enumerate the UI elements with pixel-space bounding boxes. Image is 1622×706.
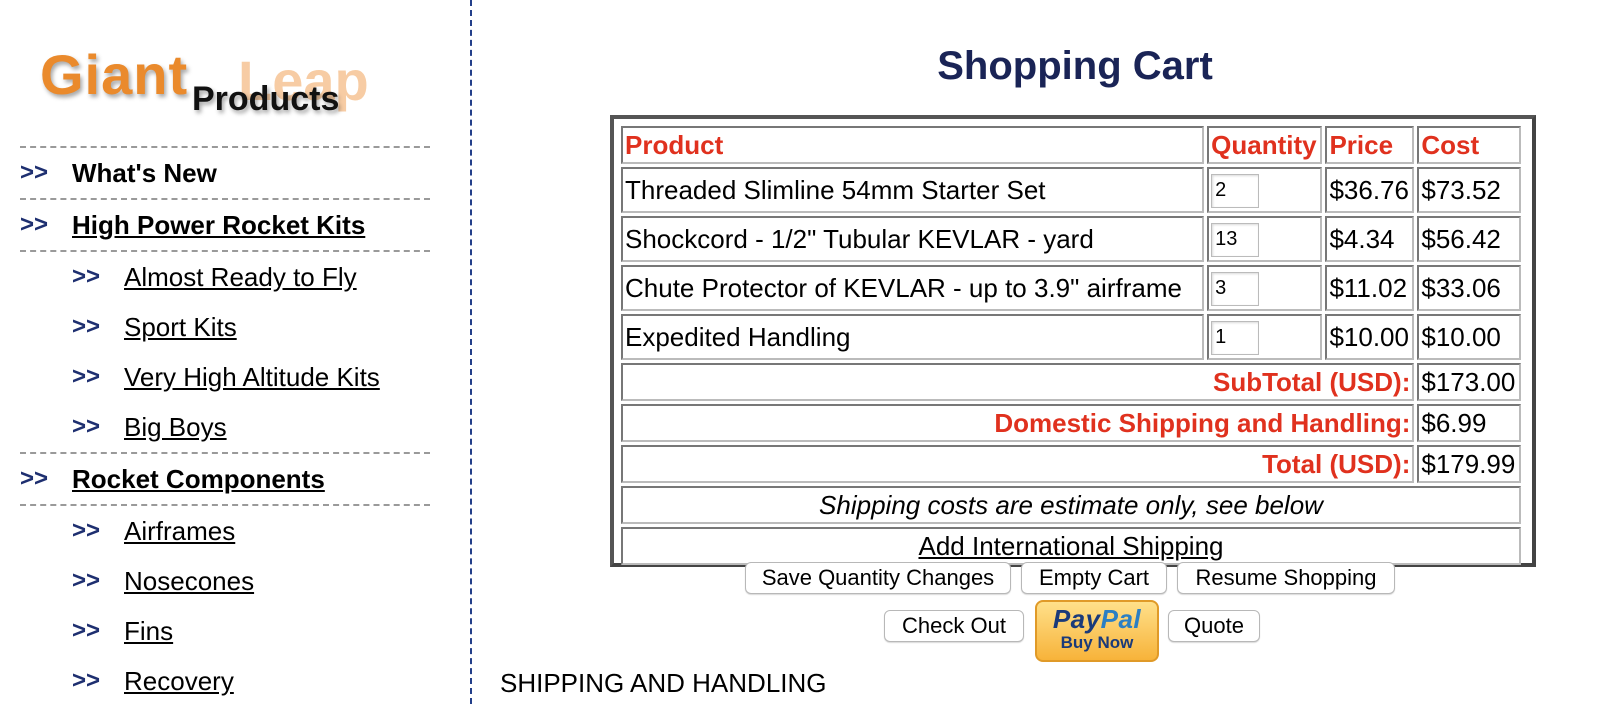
table-row: Threaded Slimline 54mm Starter Set $36.7… — [621, 167, 1521, 213]
sidebar-item-label[interactable]: Nosecones — [124, 566, 254, 597]
cost-cell: $56.42 — [1417, 216, 1521, 262]
nav-arrow-icon: >> — [72, 567, 101, 594]
paypal-pay-text: Pay — [1052, 604, 1101, 634]
quantity-input[interactable] — [1211, 173, 1260, 208]
sidebar-item-label[interactable]: Sport Kits — [124, 312, 237, 343]
product-name: Chute Protector of KEVLAR - up to 3.9" a… — [621, 265, 1205, 311]
product-name: Threaded Slimline 54mm Starter Set — [621, 167, 1205, 213]
nav-arrow-icon: >> — [72, 617, 101, 644]
paypal-buy-now-label: Buy Now — [1060, 633, 1134, 652]
add-international-shipping-link[interactable]: Add International Shipping — [918, 531, 1223, 561]
sidebar-item-label[interactable]: High Power Rocket Kits — [72, 210, 365, 241]
sidebar-item-sport-kits[interactable]: >> Sport Kits — [20, 302, 430, 352]
nav-arrow-icon: >> — [72, 363, 101, 390]
sidebar-item-recovery[interactable]: >> Recovery — [20, 656, 430, 706]
column-header-quantity: Quantity — [1207, 126, 1323, 164]
nav-arrow-icon: >> — [20, 465, 49, 492]
sidebar-item-almost-ready-to-fly[interactable]: >> Almost Ready to Fly — [20, 250, 430, 302]
subtotal-value: $173.00 — [1417, 363, 1521, 401]
sidebar-item-label[interactable]: Very High Altitude Kits — [124, 362, 380, 393]
quantity-cell — [1207, 167, 1323, 213]
sidebar-item-nosecones[interactable]: >> Nosecones — [20, 556, 430, 606]
nav-arrow-icon: >> — [72, 313, 101, 340]
shipping-and-handling-heading: SHIPPING AND HANDLING — [500, 668, 827, 698]
subtotal-label: SubTotal (USD): — [621, 363, 1415, 401]
shipping-label: Domestic Shipping and Handling: — [621, 404, 1415, 442]
sidebar-item-label[interactable]: Rocket Components — [72, 464, 325, 495]
nav-arrow-icon: >> — [72, 413, 101, 440]
quantity-input[interactable] — [1211, 222, 1260, 257]
quantity-cell — [1207, 314, 1323, 360]
sidebar-item-airframes[interactable]: >> Airframes — [20, 504, 430, 556]
product-name: Shockcord - 1/2" Tubular KEVLAR - yard — [621, 216, 1205, 262]
sidebar-nav: >> What's New >> High Power Rocket Kits … — [20, 146, 430, 706]
nav-arrow-icon: >> — [72, 667, 101, 694]
quantity-cell — [1207, 265, 1323, 311]
check-out-button[interactable]: Check Out — [884, 610, 1024, 642]
column-header-price: Price — [1325, 126, 1415, 164]
nav-arrow-icon: >> — [72, 517, 101, 544]
shipping-value: $6.99 — [1417, 404, 1521, 442]
nav-arrow-icon: >> — [20, 159, 49, 186]
column-header-product: Product — [621, 126, 1205, 164]
subtotal-row: SubTotal (USD): $173.00 — [621, 363, 1521, 401]
international-row: Add International Shipping — [621, 527, 1521, 565]
sidebar-item-label[interactable]: Recovery — [124, 666, 234, 697]
save-quantity-changes-button[interactable]: Save Quantity Changes — [745, 562, 1011, 594]
total-row: Total (USD): $179.99 — [621, 445, 1521, 483]
cost-cell: $73.52 — [1417, 167, 1521, 213]
international-cell: Add International Shipping — [621, 527, 1521, 565]
price-cell: $10.00 — [1325, 314, 1415, 360]
product-name: Expedited Handling — [621, 314, 1205, 360]
sidebar-item-high-power-rocket-kits[interactable]: >> High Power Rocket Kits — [20, 198, 430, 250]
quantity-input[interactable] — [1211, 271, 1260, 306]
sidebar-divider — [470, 0, 472, 704]
sidebar-item-label[interactable]: Airframes — [124, 516, 235, 547]
sidebar-item-label[interactable]: What's New — [72, 158, 217, 189]
price-cell: $36.76 — [1325, 167, 1415, 213]
table-row: Expedited Handling $10.00 $10.00 — [621, 314, 1521, 360]
sidebar-item-big-boys[interactable]: >> Big Boys — [20, 402, 430, 452]
sidebar-item-whats-new[interactable]: >> What's New — [20, 146, 430, 198]
table-row: Chute Protector of KEVLAR - up to 3.9" a… — [621, 265, 1521, 311]
logo-giant-text: Giant — [40, 43, 189, 106]
logo-products-text: Products — [192, 80, 340, 118]
cart-table: Product Quantity Price Cost Threaded Sli… — [618, 123, 1524, 568]
sidebar-item-fins[interactable]: >> Fins — [20, 606, 430, 656]
sidebar-item-label[interactable]: Almost Ready to Fly — [124, 262, 357, 293]
quantity-input[interactable] — [1211, 320, 1260, 355]
shipping-estimate-note: Shipping costs are estimate only, see be… — [621, 486, 1521, 524]
nav-arrow-icon: >> — [72, 263, 101, 290]
sidebar-item-rocket-components[interactable]: >> Rocket Components — [20, 452, 430, 504]
nav-arrow-icon: >> — [20, 211, 49, 238]
sidebar-item-very-high-altitude-kits[interactable]: >> Very High Altitude Kits — [20, 352, 430, 402]
cost-cell: $10.00 — [1417, 314, 1521, 360]
column-header-cost: Cost — [1417, 126, 1521, 164]
page-title: Shopping Cart — [937, 44, 1213, 88]
cart-header-row: Product Quantity Price Cost — [621, 126, 1521, 164]
note-row: Shipping costs are estimate only, see be… — [621, 486, 1521, 524]
paypal-pal-text: Pal — [1100, 604, 1142, 634]
paypal-logo-icon: PayPal — [1037, 604, 1157, 635]
quantity-cell — [1207, 216, 1323, 262]
sidebar-item-label[interactable]: Fins — [124, 616, 173, 647]
resume-shopping-button[interactable]: Resume Shopping — [1177, 562, 1395, 594]
price-cell: $11.02 — [1325, 265, 1415, 311]
table-row: Shockcord - 1/2" Tubular KEVLAR - yard $… — [621, 216, 1521, 262]
empty-cart-button[interactable]: Empty Cart — [1021, 562, 1167, 594]
shipping-row: Domestic Shipping and Handling: $6.99 — [621, 404, 1521, 442]
total-label: Total (USD): — [621, 445, 1415, 483]
cart-table-frame: Product Quantity Price Cost Threaded Sli… — [610, 115, 1536, 567]
cost-cell: $33.06 — [1417, 265, 1521, 311]
quote-button[interactable]: Quote — [1168, 610, 1260, 642]
paypal-buy-now-button[interactable]: PayPal Buy Now — [1035, 600, 1159, 662]
sidebar-item-label[interactable]: Big Boys — [124, 412, 227, 443]
price-cell: $4.34 — [1325, 216, 1415, 262]
giant-leap-logo[interactable]: Giant Leap Products — [40, 42, 400, 132]
sidebar: Giant Leap Products >> What's New >> Hig… — [0, 0, 470, 704]
total-value: $179.99 — [1417, 445, 1521, 483]
